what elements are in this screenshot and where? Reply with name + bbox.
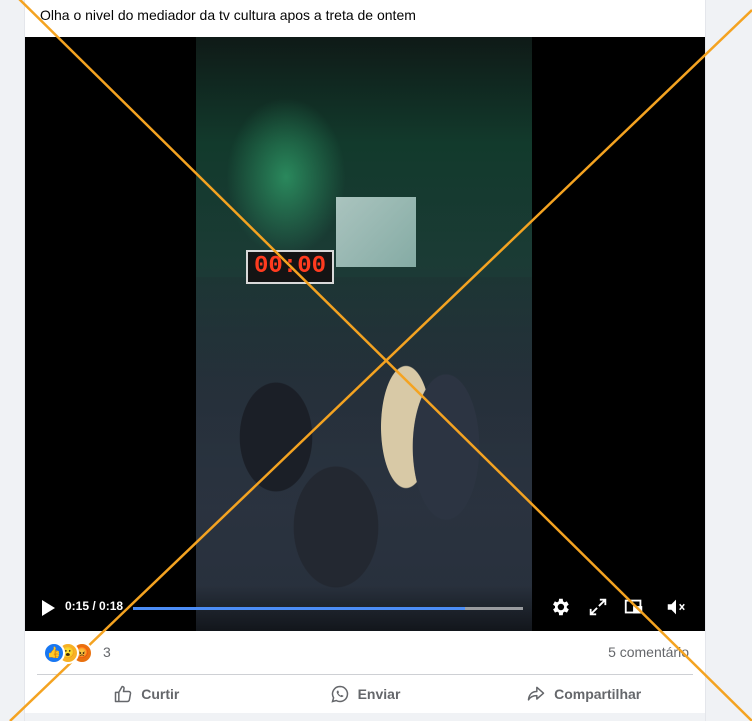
picture-in-picture-icon[interactable] [623, 596, 645, 618]
progress-fill [133, 607, 465, 610]
video-frame[interactable]: 00:00 [196, 37, 532, 631]
video-crowd [196, 277, 532, 631]
like-button-label: Curtir [141, 686, 180, 702]
share-arrow-icon [527, 686, 545, 701]
fullscreen-icon[interactable] [587, 596, 609, 618]
whatsapp-icon [330, 685, 348, 703]
gear-icon[interactable] [549, 596, 571, 618]
like-button[interactable]: Curtir [37, 676, 256, 712]
play-icon[interactable] [39, 599, 57, 617]
thumbs-up-icon [115, 685, 132, 703]
video-player[interactable]: 00:00 0:15 / 0:18 [25, 37, 705, 631]
progress-bar[interactable] [133, 607, 523, 610]
volume-muted-icon[interactable] [665, 596, 687, 618]
video-controls: 0:15 / 0:18 [25, 585, 705, 631]
stage-screen [336, 197, 416, 267]
post-card: Olha o nivel do mediador da tv cultura a… [24, 0, 706, 721]
send-button[interactable]: Enviar [256, 676, 475, 712]
card-bottom-edge [25, 713, 705, 721]
stage-light [226, 97, 346, 257]
scoreboard-display: 00:00 [246, 250, 334, 284]
send-button-label: Enviar [357, 686, 401, 702]
like-reaction-icon: 👍 [43, 642, 65, 664]
post-actions: Curtir Enviar Compartilhar [37, 676, 693, 712]
reaction-count: 3 [103, 644, 111, 660]
actions-divider [37, 674, 693, 675]
video-time: 0:15 / 0:18 [65, 599, 124, 613]
share-button[interactable]: Compartilhar [474, 676, 693, 712]
share-button-label: Compartilhar [554, 686, 642, 702]
post-caption: Olha o nivel do mediador da tv cultura a… [40, 7, 416, 23]
comments-count-link[interactable]: 5 comentário [608, 644, 689, 660]
